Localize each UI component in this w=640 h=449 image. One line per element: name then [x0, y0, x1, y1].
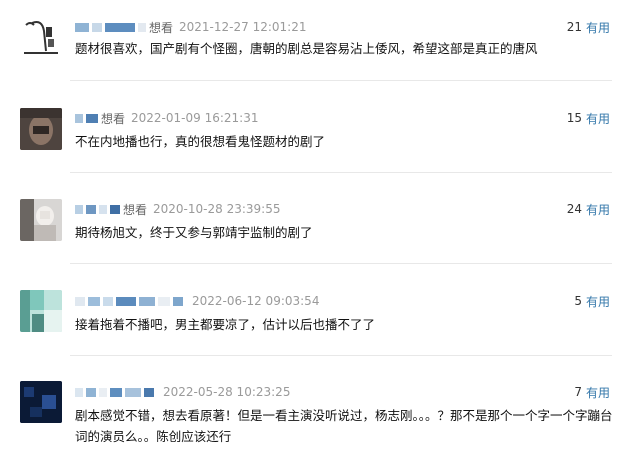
comment-text: 题材很喜欢，国产剧有个怪圈，唐朝的剧总是容易沾上倭风，希望这部是真正的唐风	[75, 41, 538, 56]
comment-text: 不在内地播也行，真的很想看鬼怪题材的剧了	[75, 134, 326, 149]
comment-meta: 想看 2022-01-09 16:21:31	[75, 109, 258, 127]
comment-time: 2022-06-12 09:03:54	[192, 294, 320, 308]
vote-count: 15	[566, 111, 582, 125]
vote-area: 5 有用	[574, 292, 610, 310]
blurred-username[interactable]	[75, 296, 85, 306]
vote-count: 24	[566, 202, 582, 216]
comment-meta: 想看 2020-10-28 23:39:55	[75, 200, 280, 218]
blurred-username[interactable]	[75, 113, 83, 123]
vote-area: 15 有用	[567, 109, 610, 127]
divider	[70, 172, 612, 173]
useful-button[interactable]: 有用	[586, 201, 610, 218]
comment-text: 接着拖着不播吧，男主都要凉了，估计以后也播不了了	[75, 317, 376, 332]
comment-meta: 2022-06-12 09:03:54	[75, 292, 319, 310]
avatar[interactable]	[20, 108, 62, 150]
vote-area: 24 有用	[567, 200, 610, 218]
blurred-username[interactable]	[75, 22, 89, 32]
comment-time: 2020-10-28 23:39:55	[153, 202, 281, 216]
vote-area: 21 有用	[567, 18, 610, 36]
comment-meta: 2022-05-28 10:23:25	[75, 383, 290, 401]
vote-count: 21	[566, 20, 582, 34]
comment-time: 2022-05-28 10:23:25	[163, 385, 291, 399]
rating-label: 想看	[101, 111, 126, 126]
rating-label: 想看	[123, 202, 148, 217]
comment-text: 期待杨旭文，终于又参与郭靖宇监制的剧了	[75, 225, 313, 240]
avatar[interactable]	[20, 290, 62, 332]
useful-button[interactable]: 有用	[586, 110, 610, 127]
rating-label: 想看	[149, 20, 174, 35]
useful-button[interactable]: 有用	[586, 19, 610, 36]
comment-meta: 想看 2021-12-27 12:01:21	[75, 18, 306, 36]
vote-count: 7	[574, 385, 582, 399]
comment-time: 2022-01-09 16:21:31	[131, 111, 259, 125]
divider	[70, 80, 612, 81]
comment-text: 剧本感觉不错，想去看原著！但是一看主演没听说过，杨志刚。。。？那不是那个一个字一…	[75, 408, 613, 444]
divider	[70, 355, 612, 356]
avatar[interactable]	[20, 17, 62, 59]
vote-area: 7 有用	[574, 383, 610, 401]
useful-button[interactable]: 有用	[586, 293, 610, 310]
vote-count: 5	[574, 294, 582, 308]
avatar[interactable]	[20, 199, 62, 241]
comment-time: 2021-12-27 12:01:21	[179, 20, 307, 34]
blurred-username[interactable]	[75, 204, 83, 214]
blurred-username[interactable]	[75, 387, 83, 397]
useful-button[interactable]: 有用	[586, 384, 610, 401]
avatar[interactable]	[20, 381, 62, 423]
divider	[70, 263, 612, 264]
